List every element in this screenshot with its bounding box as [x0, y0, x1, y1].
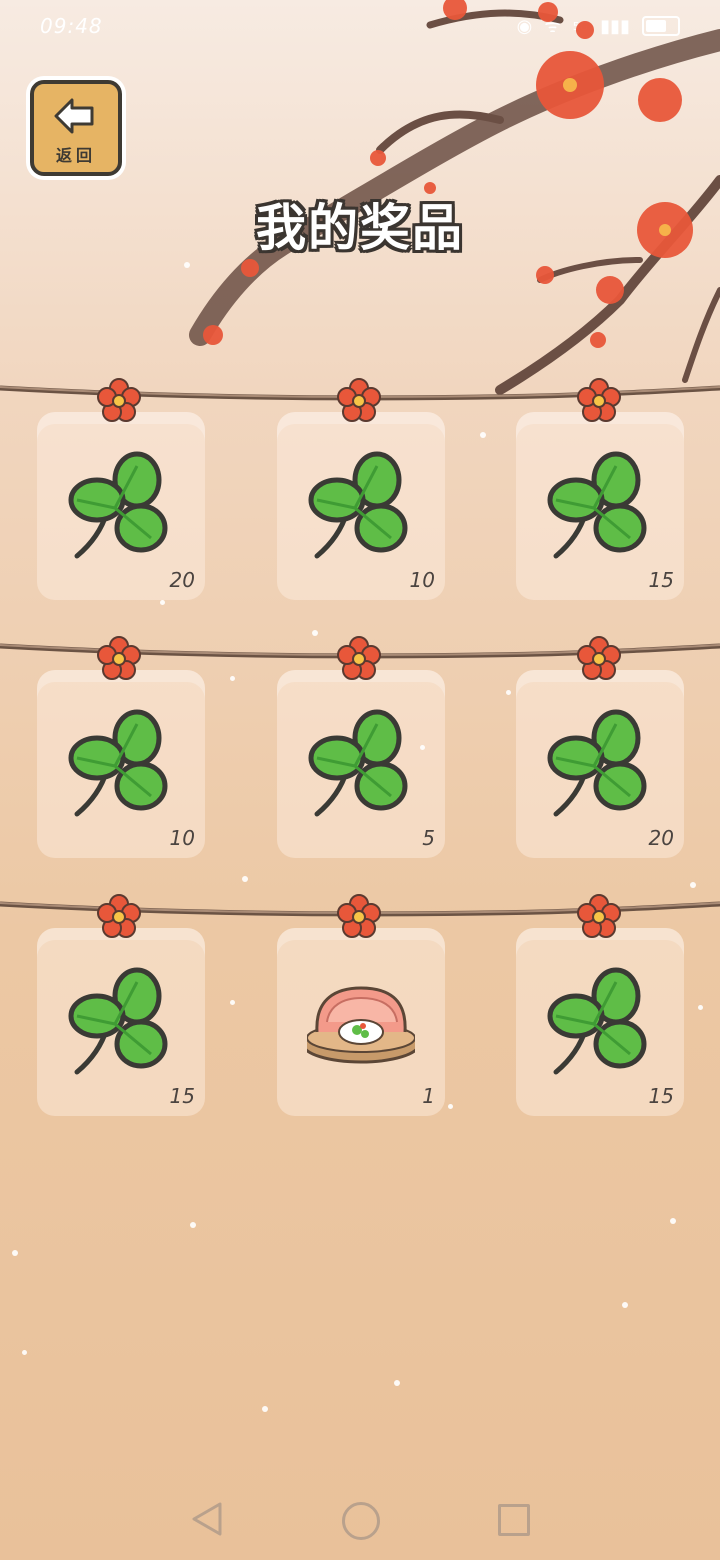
flower-pin-icon	[337, 636, 381, 680]
wifi-icon: ᯤ	[544, 16, 561, 37]
status-time: 09:48	[40, 14, 103, 38]
clover-icon	[68, 967, 168, 1075]
snow-particle	[230, 1000, 235, 1005]
back-button[interactable]: 返回	[30, 80, 122, 176]
clover-icon	[68, 709, 168, 817]
snow-particle	[184, 262, 190, 268]
prize-card[interactable]: 15	[516, 928, 684, 1116]
snow-particle	[12, 1250, 18, 1256]
prize-count: 15	[648, 1084, 674, 1108]
prize-card[interactable]: 5	[277, 670, 445, 858]
back-button-label: 返回	[55, 146, 96, 165]
snow-particle	[622, 1302, 628, 1308]
prize-count: 5	[422, 826, 435, 850]
flower-pin-icon	[337, 894, 381, 938]
snow-particle	[698, 1005, 703, 1010]
prize-count: 15	[648, 568, 674, 592]
system-nav-bar	[0, 1480, 720, 1560]
battery-icon	[642, 16, 680, 36]
prize-count: 15	[169, 1084, 195, 1108]
prize-card[interactable]: 20	[37, 412, 205, 600]
prize-card[interactable]: 15	[516, 412, 684, 600]
signal-icon: ▮▮▮	[600, 15, 630, 37]
prize-card[interactable]: 10	[277, 412, 445, 600]
clover-icon	[547, 967, 647, 1075]
prize-card[interactable]: 10	[37, 670, 205, 858]
flower-pin-icon	[97, 378, 141, 422]
prize-count: 1	[422, 1084, 435, 1108]
snow-particle	[670, 1218, 676, 1224]
circle-home-icon[interactable]	[342, 1502, 380, 1540]
prize-count: 20	[169, 568, 195, 592]
snow-particle	[230, 676, 235, 681]
snow-particle	[448, 1104, 453, 1109]
status-icons: ◉ ᯤ 5G ▮▮▮	[517, 14, 680, 38]
prize-card[interactable]: 15	[37, 928, 205, 1116]
snow-particle	[480, 432, 486, 438]
clover-icon	[547, 451, 647, 559]
snow-particle	[262, 1406, 268, 1412]
snow-particle	[242, 876, 248, 882]
square-recents-icon[interactable]	[498, 1504, 530, 1536]
snow-particle	[190, 1222, 196, 1228]
clover-icon	[308, 709, 408, 817]
snow-particle	[690, 882, 696, 888]
status-bar: 09:48 ◉ ᯤ 5G ▮▮▮	[0, 0, 720, 56]
flower-pin-icon	[577, 636, 621, 680]
network-label: 5G	[572, 19, 589, 33]
prize-card[interactable]: 1	[277, 928, 445, 1116]
prize-count: 10	[409, 568, 435, 592]
shrimp-dish-icon	[307, 986, 415, 1064]
clover-icon	[308, 451, 408, 559]
prize-count: 10	[169, 826, 195, 850]
snow-particle	[22, 1350, 27, 1355]
flower-pin-icon	[577, 378, 621, 422]
left-arrow-icon	[54, 98, 94, 134]
page-title: 我的奖品	[256, 199, 464, 257]
eye-icon: ◉	[516, 15, 533, 37]
snow-particle	[312, 630, 318, 636]
flower-pin-icon	[577, 894, 621, 938]
flower-pin-icon	[97, 894, 141, 938]
clover-icon	[68, 451, 168, 559]
clover-icon	[547, 709, 647, 817]
snow-particle	[506, 690, 511, 695]
triangle-back-icon[interactable]	[190, 1500, 224, 1538]
prize-count: 20	[648, 826, 674, 850]
snow-particle	[394, 1380, 400, 1386]
flower-pin-icon	[97, 636, 141, 680]
snow-particle	[160, 600, 165, 605]
prize-card[interactable]: 20	[516, 670, 684, 858]
snow-particle	[420, 745, 425, 750]
flower-pin-icon	[337, 378, 381, 422]
